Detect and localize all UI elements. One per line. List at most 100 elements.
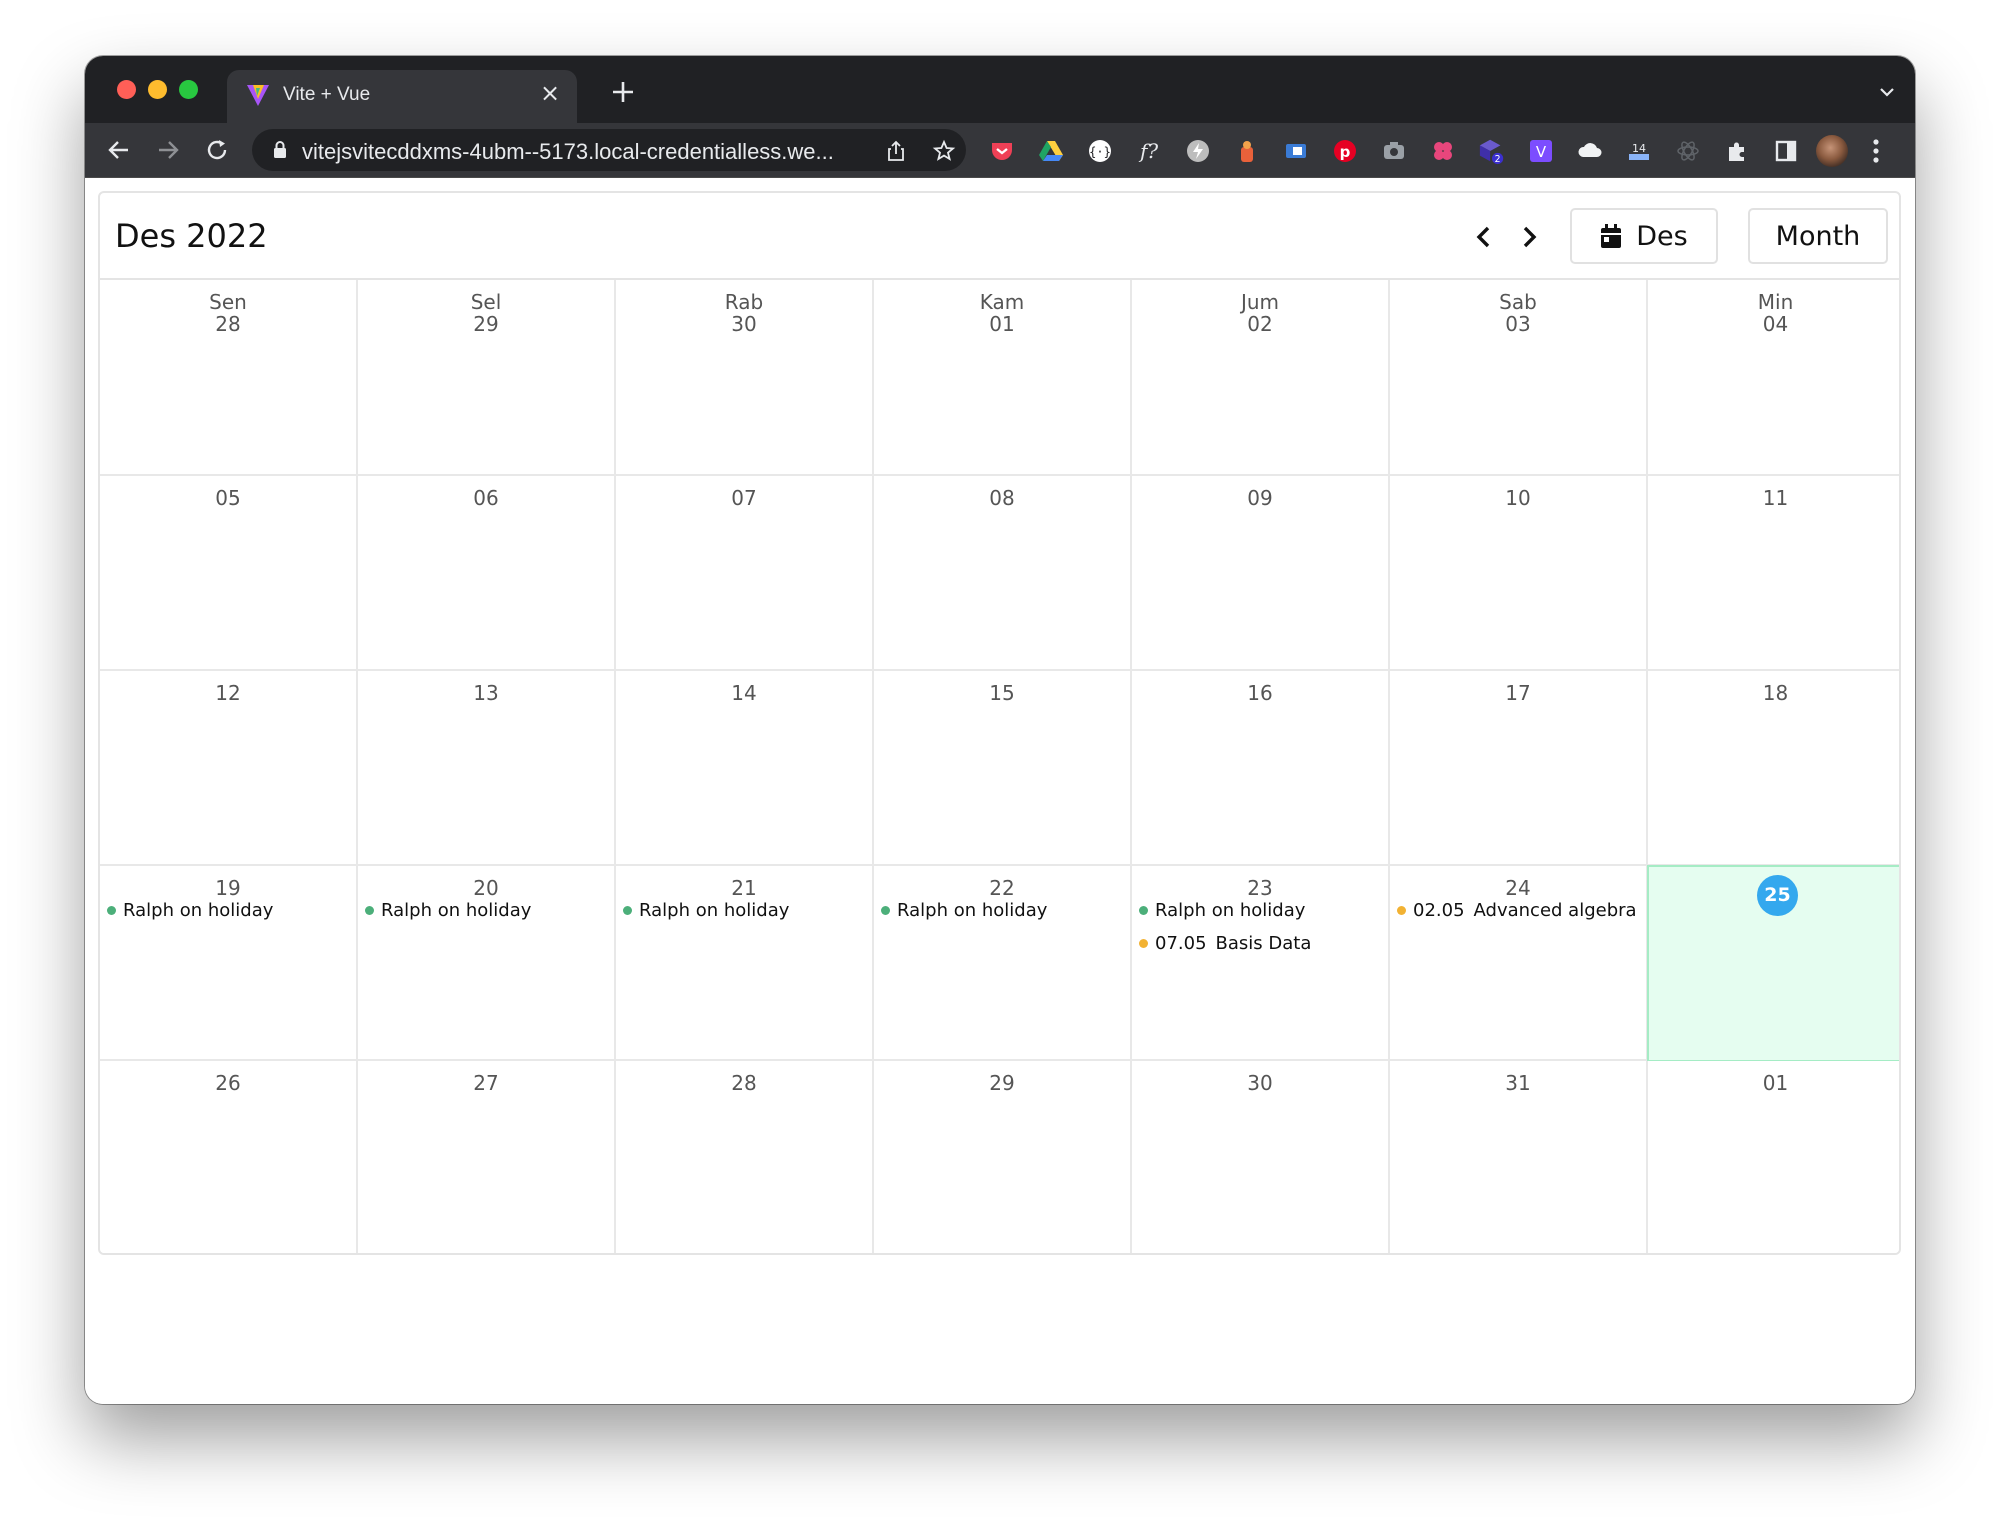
day-cell[interactable]: 24 02.05 Advanced algebra [1390, 866, 1648, 1061]
chevron-down-icon[interactable] [1877, 82, 1897, 102]
day-cell[interactable]: 29 [874, 1061, 1132, 1253]
day-cell[interactable]: 26 [100, 1061, 358, 1253]
day-cell[interactable]: 19 Ralph on holiday [100, 866, 358, 1061]
today-button-label: Des [1636, 220, 1688, 252]
event-title: Advanced algebra [1473, 900, 1637, 921]
react-devtools-extension-icon[interactable] [1674, 137, 1702, 165]
day-cell[interactable]: 06 [358, 476, 616, 671]
day-number: 08 [989, 486, 1015, 510]
url-text: vitejsvitecddxms-4ubm--5173.local-creden… [302, 139, 834, 164]
day-number: 09 [1247, 486, 1273, 510]
weekday-name: Sel [470, 290, 502, 314]
close-window-button[interactable] [117, 80, 136, 99]
day-cell[interactable]: Sab 03 [1390, 280, 1648, 476]
day-cell[interactable]: 10 [1390, 476, 1648, 671]
calendar-event[interactable]: 07.05 Basis Data [1139, 933, 1311, 954]
day-number: 18 [1762, 681, 1789, 705]
new-tab-icon[interactable] [609, 78, 637, 106]
font-finder-extension-icon[interactable]: f? [1135, 137, 1163, 165]
bookmark-star-icon[interactable] [932, 139, 956, 163]
day-cell[interactable]: 17 [1390, 671, 1648, 866]
day-cell[interactable]: Kam 01 [874, 280, 1132, 476]
back-icon[interactable] [105, 136, 133, 164]
day-cell[interactable]: 31 [1390, 1061, 1648, 1253]
day-cell[interactable]: Min 04 [1648, 280, 1899, 476]
reload-icon[interactable] [203, 136, 231, 164]
day-cell[interactable]: 27 [358, 1061, 616, 1253]
pinterest-extension-icon[interactable]: p [1331, 137, 1359, 165]
day-cell[interactable]: Sen 28 [100, 280, 358, 476]
day-cell[interactable]: 05 [100, 476, 358, 671]
google-drive-extension-icon[interactable] [1037, 137, 1065, 165]
camera-extension-icon[interactable] [1380, 137, 1408, 165]
window-resizer-extension-icon[interactable] [1282, 137, 1310, 165]
cloud-extension-icon[interactable] [1576, 137, 1604, 165]
maximize-window-button[interactable] [179, 80, 198, 99]
day-cell[interactable]: 14 [616, 671, 874, 866]
day-cell[interactable]: 18 [1648, 671, 1899, 866]
share-icon[interactable] [884, 139, 908, 163]
day-cell[interactable]: 11 [1648, 476, 1899, 671]
pocket-extension-icon[interactable] [988, 137, 1016, 165]
day-number: 21 [731, 876, 757, 900]
day-cell[interactable]: 07 [616, 476, 874, 671]
day-cell[interactable]: 13 [358, 671, 616, 866]
day-cell[interactable]: 22 Ralph on holiday [874, 866, 1132, 1061]
person-extension-icon[interactable] [1233, 137, 1261, 165]
day-number: 04 [1762, 312, 1789, 336]
clover-extension-icon[interactable] [1429, 137, 1457, 165]
json-viewer-extension-icon[interactable]: {·} [1086, 137, 1114, 165]
calendar-event[interactable]: Ralph on holiday [107, 900, 273, 921]
day-number: 14 [731, 681, 757, 705]
day-cell[interactable]: Rab 30 [616, 280, 874, 476]
browser-tab[interactable]: Vite + Vue × [227, 70, 577, 123]
day-number: 27 [473, 1071, 499, 1095]
forward-icon[interactable] [154, 136, 182, 164]
vue-devtools-extension-icon[interactable]: V [1527, 137, 1555, 165]
calendar-event[interactable]: Ralph on holiday [881, 900, 1047, 921]
profile-avatar[interactable] [1816, 135, 1848, 167]
previous-month-icon[interactable] [1472, 223, 1496, 251]
lightning-extension-icon[interactable] [1184, 137, 1212, 165]
puzzle-extensions-icon[interactable] [1723, 137, 1751, 165]
event-time: 07.05 [1155, 933, 1207, 954]
today-cell[interactable]: 25 [1647, 865, 1899, 1062]
event-dot [1139, 906, 1148, 915]
day-cell[interactable]: Sel 29 [358, 280, 616, 476]
day-cell[interactable]: 09 [1132, 476, 1390, 671]
day-cell[interactable]: 08 [874, 476, 1132, 671]
day-cell[interactable]: 16 [1132, 671, 1390, 866]
day-cell[interactable]: 21 Ralph on holiday [616, 866, 874, 1061]
calendar-header: Des 2022 Des Month [100, 193, 1899, 280]
day-cell[interactable]: 28 [616, 1061, 874, 1253]
address-bar[interactable]: vitejsvitecddxms-4ubm--5173.local-creden… [252, 129, 966, 171]
minimize-window-button[interactable] [148, 80, 167, 99]
calendar-event[interactable]: Ralph on holiday [1139, 900, 1305, 921]
calendar-event[interactable]: 02.05 Advanced algebra [1397, 900, 1637, 921]
day-number: 16 [1247, 681, 1273, 705]
calendar-event[interactable]: Ralph on holiday [365, 900, 531, 921]
day-cell[interactable]: 15 [874, 671, 1132, 866]
svg-text:{·}: {·} [1089, 145, 1111, 159]
day-cell[interactable]: 30 [1132, 1061, 1390, 1253]
event-title: Basis Data [1215, 933, 1312, 954]
next-month-icon[interactable] [1517, 223, 1541, 251]
day-cell[interactable]: 12 [100, 671, 358, 866]
close-tab-icon[interactable]: × [537, 80, 563, 106]
day-number: 26 [215, 1071, 241, 1095]
cube-extension-icon[interactable]: 2 [1478, 137, 1506, 165]
day-cell[interactable]: 01 [1648, 1061, 1899, 1253]
calendar-date-extension-icon[interactable]: 14 [1625, 137, 1653, 165]
tab-title: Vite + Vue [283, 84, 371, 105]
day-cell[interactable]: 23 Ralph on holiday 07.05 Basis Data [1132, 866, 1390, 1061]
day-cell[interactable]: 20 Ralph on holiday [358, 866, 616, 1061]
day-number: 07 [731, 486, 757, 510]
day-number: 28 [215, 312, 241, 336]
more-menu-icon[interactable] [1872, 137, 1880, 165]
calendar-event[interactable]: Ralph on holiday [623, 900, 789, 921]
lock-icon[interactable] [272, 140, 288, 160]
day-cell[interactable]: Jum 02 [1132, 280, 1390, 476]
today-button[interactable]: Des [1570, 208, 1718, 264]
side-panel-icon[interactable] [1772, 137, 1800, 165]
month-view-button[interactable]: Month [1748, 208, 1888, 264]
